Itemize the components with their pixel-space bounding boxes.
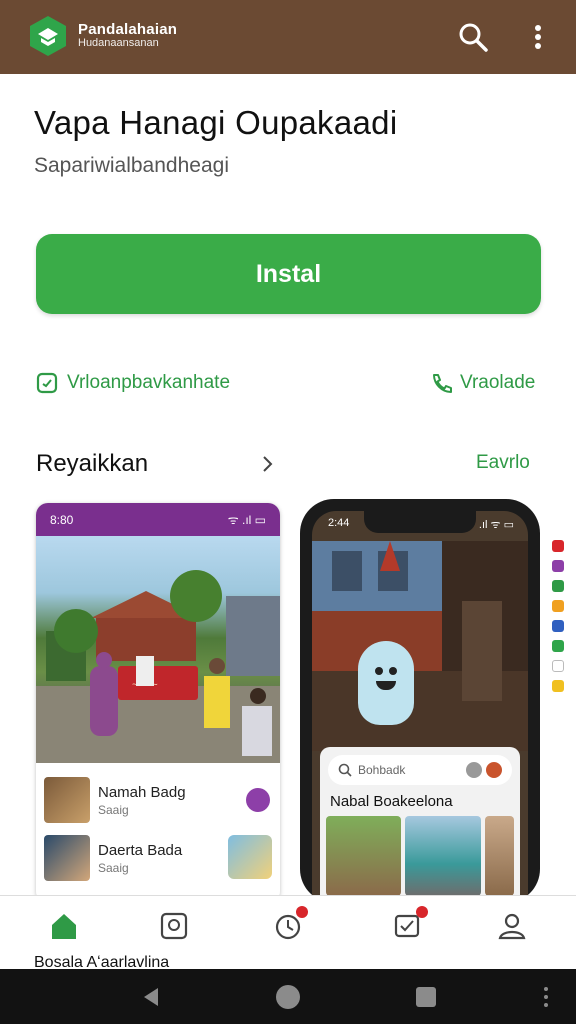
panel-images: [320, 816, 520, 896]
list: Namah Badg Saaig Daerta Bada Saaig: [36, 763, 280, 895]
notification-badge: [296, 906, 308, 918]
temple-photo: [312, 541, 528, 751]
list-item-sub: Saaig: [98, 802, 129, 817]
phone-icon: [433, 374, 452, 393]
status-time: 8:80: [50, 512, 74, 527]
brand: Pandalahaian Hudanaansanan: [78, 22, 177, 49]
list-item[interactable]: Daerta Bada Saaig: [36, 829, 280, 887]
info-link[interactable]: Vrloanpbavkanhate: [36, 372, 230, 394]
list-item-sub: Saaig: [98, 860, 129, 875]
logo-hexagon-icon: [30, 16, 66, 56]
panel-image[interactable]: [326, 816, 402, 896]
status-icons: .ıl ᯤ ▭: [478, 519, 514, 531]
more-vertical-icon[interactable]: [526, 22, 550, 52]
list-item-title: Daerta Bada: [98, 841, 183, 859]
search-avatars: [466, 762, 502, 778]
list-item[interactable]: Namah Badg Saaig: [36, 771, 280, 829]
brand-subtitle: Hudanaansanan: [78, 36, 159, 49]
brand-name: Pandalahaian: [78, 21, 178, 38]
phone-screen: 2:44 .ıl ᯤ ▭ Bohbadk Nabal Boakeelona: [312, 511, 528, 903]
section-more-link[interactable]: Eavrlo: [476, 452, 530, 474]
tasks-button[interactable]: [392, 906, 428, 942]
panel-image[interactable]: [484, 816, 514, 896]
status-time: 2:44: [328, 517, 350, 529]
list-side-thumb: [228, 835, 272, 879]
chevron-right-icon[interactable]: [258, 452, 278, 476]
top-app-bar: Pandalahaian Hudanaansanan: [0, 0, 576, 74]
checkbox-icon: [36, 372, 58, 394]
profile-icon[interactable]: [496, 910, 528, 942]
list-thumb: [44, 777, 90, 823]
home-icon[interactable]: [48, 910, 80, 942]
community-photo: ~~~~: [36, 536, 280, 763]
install-button[interactable]: Instal: [36, 234, 541, 314]
screenshot-card-1[interactable]: 8:80 ᯤ .ıl ▭ ~~~~: [36, 503, 280, 903]
notification-badge: [416, 906, 428, 918]
list-item-title: Namah Badg: [98, 783, 186, 801]
action-icon[interactable]: [246, 788, 270, 812]
more-vertical-icon[interactable]: [542, 985, 550, 1009]
search-bar[interactable]: Bohbadk: [328, 755, 512, 785]
list-thumb: [44, 835, 90, 881]
contact-link-label: Vraolade: [460, 372, 536, 393]
recents-icon[interactable]: [416, 987, 436, 1007]
system-navigation-bar: [0, 969, 576, 1024]
app-subtitle: Sapariwialbandheagi: [34, 154, 229, 177]
info-link-label: Vrloanpbavkanhate: [67, 372, 231, 393]
mascot-figure: [358, 641, 414, 725]
section-title: Reyaikkan: [36, 450, 149, 477]
activity-button[interactable]: [272, 906, 308, 942]
phone-notch: [364, 511, 476, 533]
temple-scene: [312, 541, 528, 751]
app-title: Vapa Hanagi Oupakaadi: [34, 104, 398, 141]
screenshot-card-2[interactable]: 2:44 .ıl ᯤ ▭ Bohbadk Nabal Boakeelona: [300, 499, 540, 903]
edge-icon-strip: [552, 540, 570, 700]
search-icon[interactable]: [456, 20, 490, 54]
photo-scene: ~~~~: [36, 570, 280, 763]
status-icons: ᯤ .ıl ▭: [227, 513, 266, 527]
panel-title: Nabal Boakeelona: [330, 793, 453, 810]
info-panel: Bohbadk Nabal Boakeelona: [320, 747, 520, 903]
contact-link[interactable]: Vraolade: [430, 372, 535, 394]
app-screen: Pandalahaian Hudanaansanan Vapa Hanagi O…: [0, 0, 576, 1024]
status-bar: 8:80 ᯤ .ıl ▭: [36, 503, 280, 536]
panel-image[interactable]: [405, 816, 481, 896]
home-system-icon[interactable]: [276, 985, 300, 1009]
back-icon[interactable]: [140, 985, 162, 1009]
search-icon: [338, 763, 352, 777]
search-placeholder: Bohbadk: [358, 763, 406, 777]
discover-icon[interactable]: [158, 910, 190, 942]
